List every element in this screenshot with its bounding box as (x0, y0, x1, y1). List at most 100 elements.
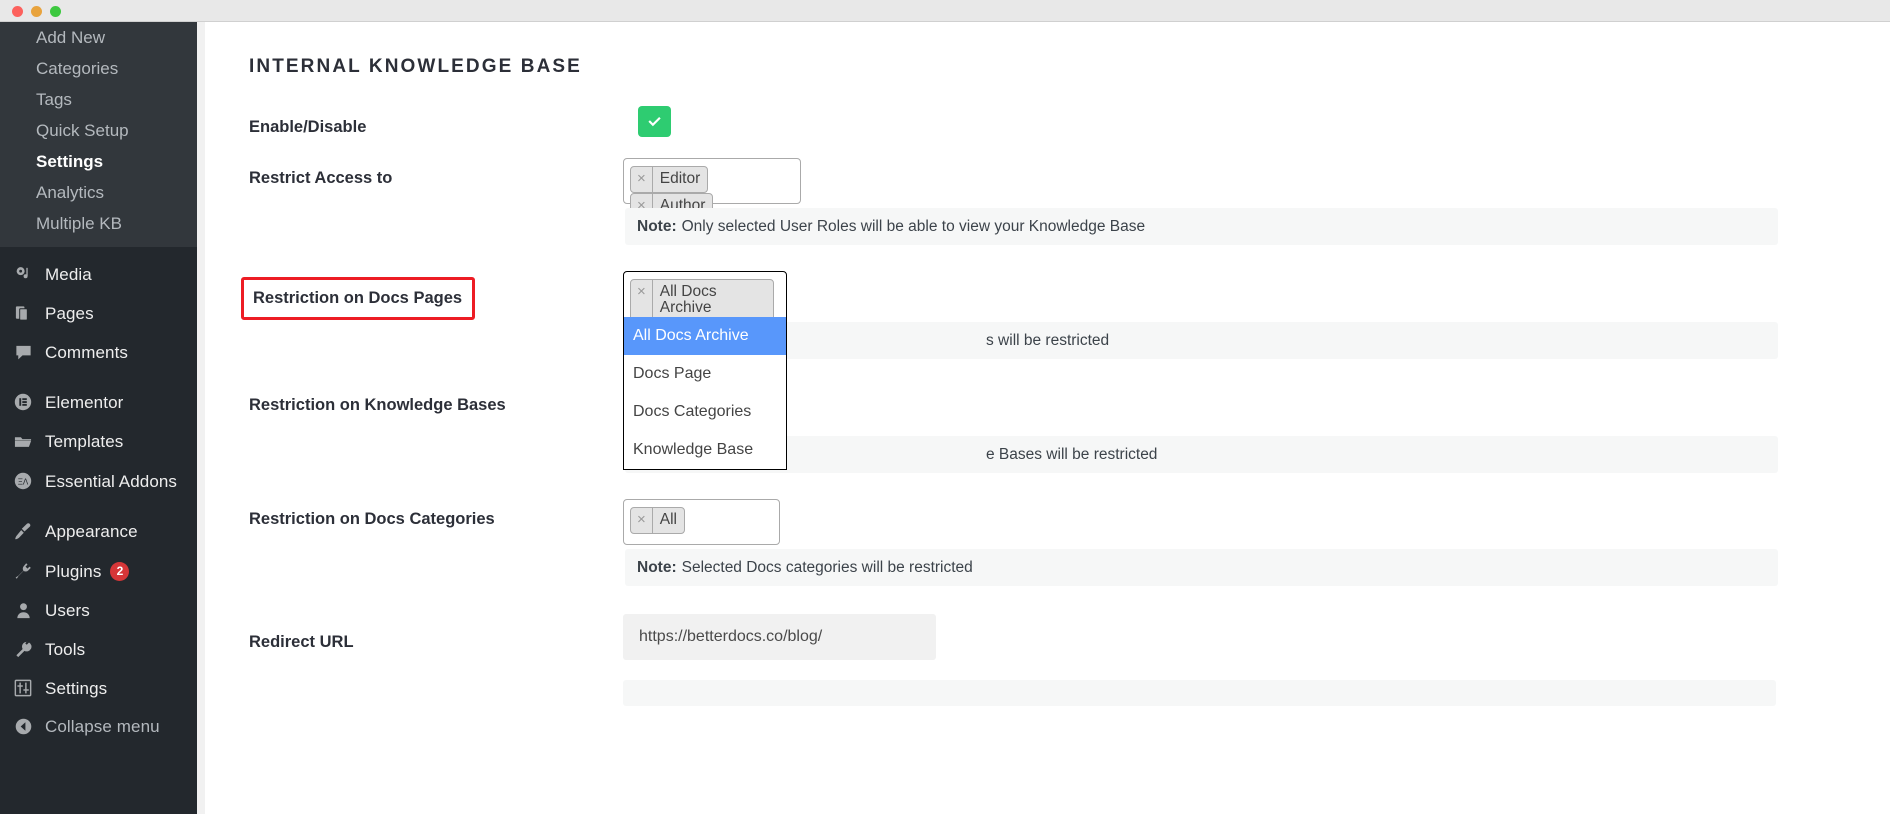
comments-icon (10, 343, 36, 362)
dropdown-option-docs-page[interactable]: Docs Page (624, 355, 786, 393)
page-title: Internal Knowledge Base (249, 56, 582, 77)
tag-label: Editor (659, 170, 701, 187)
restrict-access-multiselect[interactable]: × Editor × Author (623, 158, 801, 219)
sidebar-item-settings[interactable]: Settings (0, 146, 197, 177)
appearance-brush-icon (10, 521, 36, 541)
elementor-icon (10, 392, 36, 412)
restriction-docs-pages-label: Restriction on Docs Pages (241, 277, 476, 320)
plugins-plug-icon (10, 561, 36, 581)
sidebar-item-label: Media (45, 265, 92, 284)
sidebar-item-label: Comments (45, 343, 128, 362)
admin-sidebar: Add New Categories Tags Quick Setup Sett… (0, 22, 197, 814)
sidebar-item-label: Add New (36, 28, 105, 47)
sidebar-item-comments[interactable]: Comments (0, 333, 197, 372)
sidebar-item-multiple-kb[interactable]: Multiple KB (0, 208, 197, 239)
note-text-fragment: s will be restricted (986, 331, 1110, 349)
dropdown-option-knowledge-base[interactable]: Knowledge Base (624, 431, 786, 469)
sidebar-item-label: Quick Setup (36, 121, 129, 140)
menu-divider (0, 501, 197, 511)
tag-remove-icon[interactable]: × (631, 167, 653, 192)
sidebar-item-essential-addons[interactable]: ΞΛ Essential Addons (0, 461, 197, 501)
restriction-docs-pages-note: s will be restricted (625, 322, 1778, 359)
sidebar-item-label: Categories (36, 59, 119, 78)
close-window-button[interactable] (12, 6, 23, 17)
tag-chip[interactable]: × All Docs Archive (630, 279, 774, 321)
note-text: Selected Docs categories will be restric… (681, 558, 973, 576)
sidebar-item-pages[interactable]: Pages (0, 294, 197, 333)
svg-text:ΞΛ: ΞΛ (18, 478, 29, 487)
redirect-url-note-strip (623, 680, 1776, 706)
users-icon (10, 601, 36, 620)
redirect-url-input[interactable] (623, 614, 936, 660)
sidebar-item-elementor[interactable]: Elementor (0, 382, 197, 422)
sidebar-item-tags[interactable]: Tags (0, 84, 197, 115)
sidebar-item-tools[interactable]: Tools (0, 630, 197, 669)
pages-icon (10, 304, 36, 323)
restriction-docs-categories-note: Note: Selected Docs categories will be r… (625, 549, 1778, 586)
restriction-docs-pages-dropdown[interactable]: All Docs Archive Docs Page Docs Categori… (623, 317, 787, 470)
collapse-arrow-icon (10, 717, 36, 736)
enable-disable-label: Enable/Disable (249, 118, 367, 136)
essential-addons-icon: ΞΛ (10, 471, 36, 491)
dropdown-option-docs-categories[interactable]: Docs Categories (624, 393, 786, 431)
redirect-url-label: Redirect URL (249, 633, 354, 651)
restrict-access-label: Restrict Access to (249, 169, 393, 187)
sidebar-item-collapse-menu[interactable]: Collapse menu (0, 707, 197, 746)
sidebar-item-quick-setup[interactable]: Quick Setup (0, 115, 197, 146)
tag-label: All (659, 511, 677, 528)
tools-wrench-icon (10, 640, 36, 659)
tag-remove-icon[interactable]: × (631, 280, 653, 320)
main-content: Internal Knowledge Base Enable/Disable R… (197, 22, 1890, 814)
templates-folder-icon (10, 432, 36, 451)
sidebar-item-label: Settings (45, 678, 108, 698)
note-prefix: Note: (637, 558, 677, 576)
sidebar-item-label: Essential Addons (45, 471, 178, 491)
sidebar-item-label: Tags (36, 90, 72, 109)
betterdocs-submenu: Add New Categories Tags Quick Setup Sett… (0, 22, 197, 247)
enable-disable-toggle[interactable] (638, 106, 671, 137)
browser-title-bar (0, 0, 1890, 22)
sidebar-item-categories[interactable]: Categories (0, 53, 197, 84)
sidebar-item-add-new[interactable]: Add New (0, 22, 197, 53)
sidebar-item-users[interactable]: Users (0, 591, 197, 630)
maximize-window-button[interactable] (50, 6, 61, 17)
minimize-window-button[interactable] (31, 6, 42, 17)
sidebar-item-label: Analytics (36, 183, 105, 202)
sidebar-item-label: Templates (45, 432, 124, 451)
browser-viewport: Add New Categories Tags Quick Setup Sett… (0, 22, 1890, 814)
restriction-docs-pages-multiselect[interactable]: × All Docs Archive (623, 271, 787, 321)
tag-remove-icon[interactable]: × (631, 508, 653, 533)
restriction-docs-categories-label: Restriction on Docs Categories (249, 510, 495, 528)
admin-main-menu: Media Pages Comments Elementor Templates… (0, 247, 197, 746)
sidebar-item-settings-main[interactable]: Settings (0, 669, 197, 707)
media-icon (10, 265, 36, 284)
check-icon (645, 112, 664, 131)
sidebar-item-label: Tools (45, 640, 86, 659)
dropdown-option-all-docs-archive[interactable]: All Docs Archive (624, 317, 786, 355)
plugins-update-badge: 2 (110, 561, 130, 581)
sidebar-item-analytics[interactable]: Analytics (0, 177, 197, 208)
note-text-fragment: e Bases will be restricted (986, 445, 1158, 463)
tag-chip[interactable]: × All (630, 507, 685, 534)
restriction-knowledge-bases-label: Restriction on Knowledge Bases (249, 396, 506, 414)
sidebar-item-label: Plugins (45, 561, 102, 581)
note-prefix: Note: (637, 217, 677, 235)
note-text: Only selected User Roles will be able to… (681, 217, 1146, 235)
sidebar-item-label: Elementor (45, 392, 124, 412)
tag-chip[interactable]: × Editor (630, 166, 709, 193)
sidebar-item-label: Multiple KB (36, 214, 122, 233)
sidebar-item-label: Settings (36, 152, 104, 171)
sidebar-item-appearance[interactable]: Appearance (0, 511, 197, 551)
tag-label: All Docs Archive (659, 283, 717, 316)
sidebar-item-label: Pages (45, 304, 94, 323)
sidebar-item-label: Users (45, 601, 90, 620)
sidebar-item-plugins[interactable]: Plugins 2 (0, 551, 197, 591)
sidebar-item-media[interactable]: Media (0, 255, 197, 294)
sidebar-item-label: Appearance (45, 521, 138, 541)
sidebar-item-label: Collapse menu (45, 717, 160, 736)
window-traffic-lights (12, 6, 61, 17)
settings-sliders-icon (10, 679, 36, 697)
restriction-knowledge-bases-note: e Bases will be restricted (625, 436, 1778, 473)
sidebar-item-templates[interactable]: Templates (0, 422, 197, 461)
restriction-docs-categories-multiselect[interactable]: × All (623, 499, 780, 545)
